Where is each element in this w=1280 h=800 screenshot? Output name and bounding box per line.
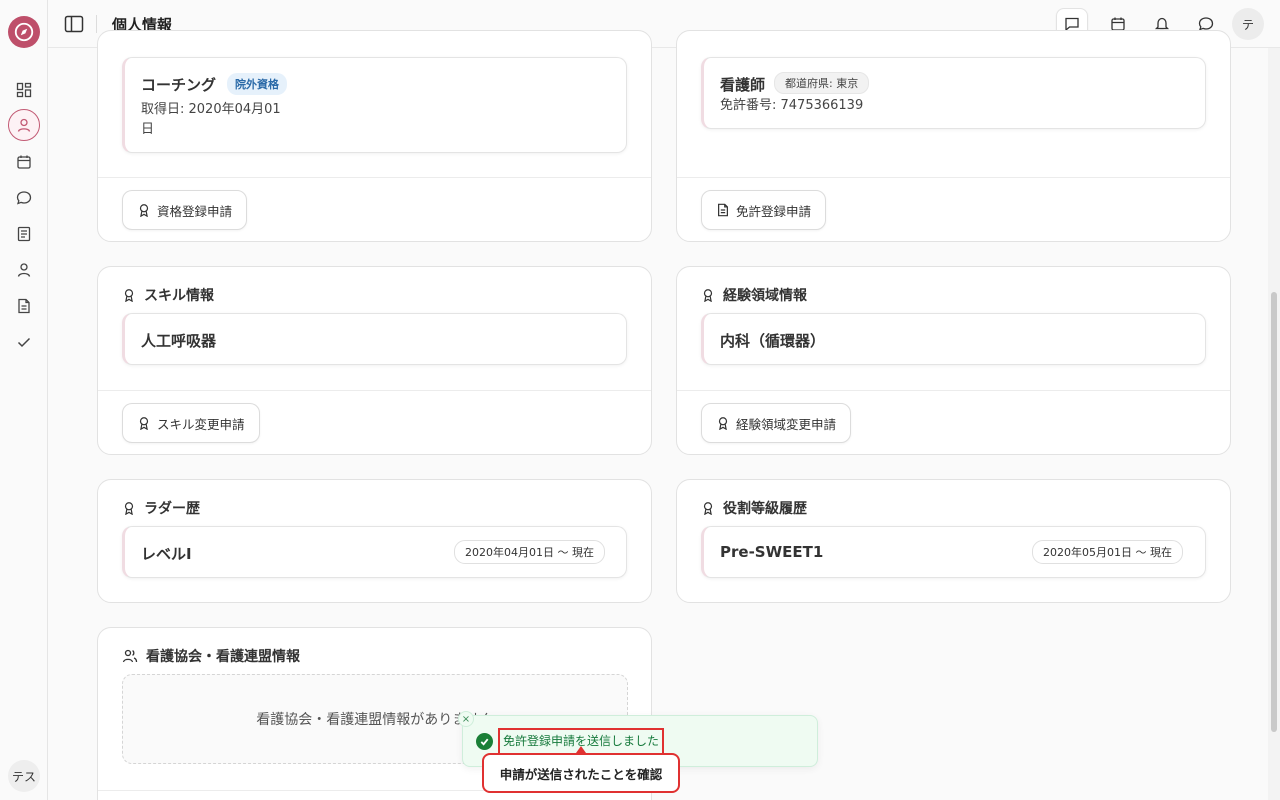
award-icon	[124, 289, 134, 302]
license-apply-button[interactable]: 免許登録申請	[701, 190, 827, 230]
skill-card-title: スキル情報	[122, 285, 214, 305]
sidebar-item-profile[interactable]	[8, 109, 40, 141]
sidebar-item-chat[interactable]	[12, 186, 36, 210]
annotation-tooltip: 申請が送信されたことを確認	[482, 753, 680, 793]
tooltip-arrow	[576, 746, 586, 753]
qualification-card: コーチング 院外資格 取得日: 2020年04月01 日 資格登録申請	[97, 30, 652, 242]
award-icon	[124, 502, 134, 515]
license-apply-label: 免許登録申請	[736, 203, 812, 219]
qualification-name: コーチング	[141, 76, 217, 94]
sidebar-item-tasks[interactable]	[12, 330, 36, 354]
role-date-badge: 2020年05月01日 〜 現在	[1032, 540, 1183, 564]
compass-icon	[14, 22, 34, 42]
license-prefecture-badge: 都道府県: 東京	[774, 72, 870, 94]
skill-item: 人工呼吸器	[122, 313, 627, 365]
users-icon	[122, 649, 138, 663]
license-name: 看護師	[720, 76, 766, 94]
document-icon	[718, 203, 728, 217]
calendar-icon	[17, 155, 31, 169]
skill-card: スキル情報 人工呼吸器 スキル変更申請	[97, 266, 652, 455]
panel-left-icon	[64, 15, 84, 33]
role-card-title: 役割等級履歴	[701, 498, 807, 518]
award-icon	[139, 417, 149, 430]
license-item: 看護師 都道府県: 東京 免許番号: 7475366139	[701, 57, 1206, 129]
check-circle-icon	[476, 733, 493, 750]
skill-change-button[interactable]: スキル変更申請	[122, 403, 260, 443]
card-divider	[677, 177, 1230, 178]
qualification-apply-button[interactable]: 資格登録申請	[122, 190, 248, 230]
sidebar-item-document[interactable]	[12, 294, 36, 318]
skill-change-label: スキル変更申請	[157, 416, 245, 432]
qualification-date-line1: 取得日: 2020年04月01	[141, 102, 281, 117]
user-avatar[interactable]: テス	[8, 760, 40, 792]
license-number: 免許番号: 7475366139	[720, 98, 864, 113]
role-card: 役割等級履歴 Pre-SWEET1 2020年05月01日 〜 現在	[676, 479, 1231, 603]
ladder-title-text: ラダー歴	[144, 501, 200, 517]
chat-icon	[16, 191, 32, 205]
association-title-text: 看護協会・看護連盟情報	[146, 649, 300, 665]
card-divider	[98, 177, 651, 178]
header-divider	[96, 15, 97, 33]
skill-name: 人工呼吸器	[141, 332, 217, 350]
ladder-level: レベルI	[141, 545, 192, 563]
card-divider	[677, 390, 1230, 391]
award-icon	[718, 417, 728, 430]
ladder-card: ラダー歴 レベルI 2020年04月01日 〜 現在	[97, 479, 652, 603]
book-icon	[17, 226, 31, 242]
experience-card-title: 経験領域情報	[701, 285, 807, 305]
sidebar-item-book[interactable]	[12, 222, 36, 246]
award-icon	[703, 289, 713, 302]
skill-title-text: スキル情報	[144, 288, 214, 304]
toast-close-button[interactable]: ×	[458, 711, 474, 727]
header-user-avatar[interactable]: テ	[1232, 8, 1264, 40]
ladder-card-title: ラダー歴	[122, 498, 200, 518]
sidebar: テス	[0, 0, 48, 800]
scrollbar-thumb[interactable]	[1271, 292, 1277, 732]
ladder-date-badge: 2020年04月01日 〜 現在	[454, 540, 605, 564]
award-icon	[703, 502, 713, 515]
sidebar-toggle-button[interactable]	[62, 12, 86, 36]
role-item: Pre-SWEET1 2020年05月01日 〜 現在	[701, 526, 1206, 578]
role-title-text: 役割等級履歴	[723, 501, 807, 517]
check-icon	[17, 337, 31, 348]
experience-card: 経験領域情報 内科（循環器） 経験領域変更申請	[676, 266, 1231, 455]
role-grade: Pre-SWEET1	[720, 543, 824, 561]
qualification-badge: 院外資格	[227, 73, 287, 95]
experience-change-button[interactable]: 経験領域変更申請	[701, 403, 852, 443]
experience-change-label: 経験領域変更申請	[736, 416, 837, 432]
sidebar-item-calendar[interactable]	[12, 150, 36, 174]
qualification-item: コーチング 院外資格 取得日: 2020年04月01 日	[122, 57, 627, 153]
qualification-date-line2: 日	[141, 122, 155, 137]
card-divider	[98, 390, 651, 391]
license-card: 看護師 都道府県: 東京 免許番号: 7475366139 免許登録申請	[676, 30, 1231, 242]
dashboard-icon	[16, 82, 32, 98]
ladder-item: レベルI 2020年04月01日 〜 現在	[122, 526, 627, 578]
user-icon	[17, 118, 31, 132]
qualification-apply-label: 資格登録申請	[157, 203, 233, 219]
person-icon	[17, 263, 31, 277]
app-logo[interactable]	[8, 16, 40, 48]
sidebar-item-person[interactable]	[12, 258, 36, 282]
association-card-title: 看護協会・看護連盟情報	[122, 646, 300, 666]
award-icon	[139, 204, 149, 217]
experience-item: 内科（循環器）	[701, 313, 1206, 365]
app-root: テス 個人情報 テ コーチング 院外資格 取得日: 2020年04月01 日 資…	[0, 0, 1280, 800]
experience-title-text: 経験領域情報	[723, 288, 807, 304]
sidebar-item-dashboard[interactable]	[12, 78, 36, 102]
document-icon	[18, 298, 30, 314]
experience-name: 内科（循環器）	[720, 332, 826, 350]
